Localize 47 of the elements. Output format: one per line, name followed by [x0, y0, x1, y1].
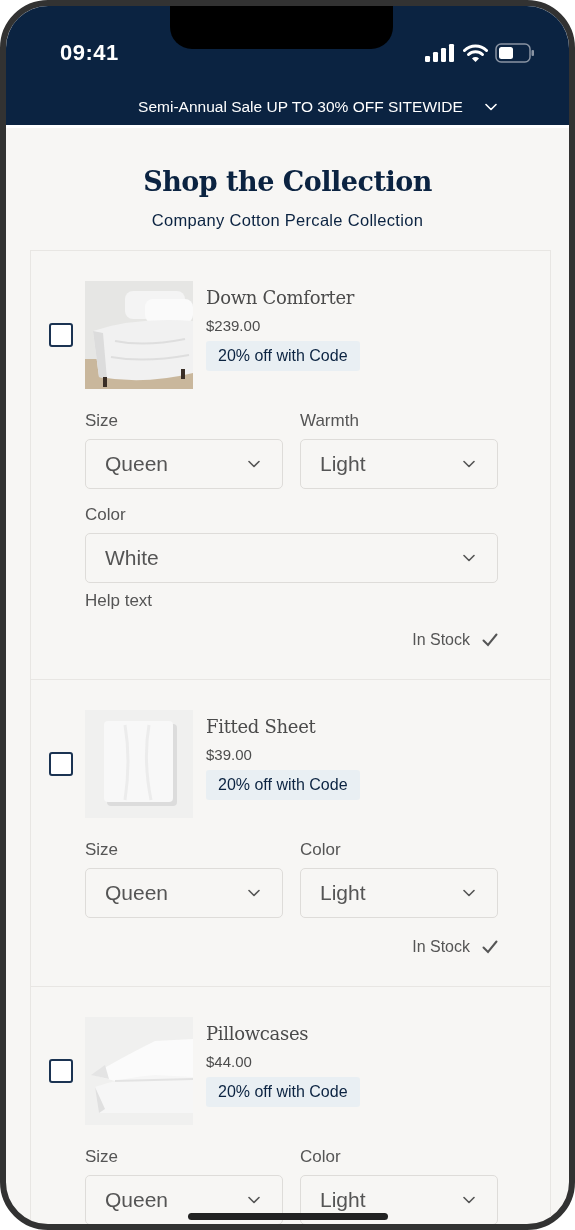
checkbox[interactable]	[49, 1059, 73, 1083]
product-name: Fitted Sheet	[206, 716, 316, 737]
discount-badge: 20% off with Code	[206, 341, 360, 371]
field-label: Color	[300, 840, 342, 860]
field-label: Color	[85, 505, 127, 525]
promo-text: Semi-Annual Sale UP TO 30% OFF SITEWIDE	[138, 97, 463, 116]
checkmark-icon	[482, 940, 498, 954]
expand-button[interactable]	[484, 102, 497, 111]
clock-time: 09:41	[60, 40, 119, 66]
product-price: $239.00	[206, 317, 261, 334]
chevron-down-icon	[248, 460, 260, 468]
dropdown-select[interactable]: Light	[300, 439, 498, 489]
dropdown-select[interactable]: Queen	[85, 1175, 283, 1224]
dropdown-select[interactable]: Light	[300, 868, 498, 918]
checkmark-icon	[482, 633, 498, 647]
dropdown-select[interactable]: Queen	[85, 868, 283, 918]
signal-icon	[425, 44, 456, 62]
field-label: Warmth	[300, 411, 360, 431]
dropdown-select[interactable]: White	[85, 533, 498, 583]
discount-badge: 20% off with Code	[206, 770, 360, 800]
field-label: Color	[300, 1147, 342, 1167]
field-label: Size	[85, 1147, 120, 1167]
battery-icon	[495, 43, 535, 63]
stock-status: In Stock	[412, 938, 470, 956]
page-title: Shop the Collection	[143, 166, 432, 197]
product-price: $44.00	[206, 1053, 252, 1070]
dropdown-select[interactable]: Queen	[85, 439, 283, 489]
product-name: Pillowcases	[206, 1023, 309, 1044]
chevron-down-icon	[248, 889, 260, 897]
discount-badge: 20% off with Code	[206, 1077, 360, 1107]
page-subtitle: Company Cotton Percale Collection	[151, 211, 424, 230]
product-name: Down Comforter	[206, 287, 355, 308]
help-text: Help text	[85, 591, 154, 611]
chevron-down-icon	[463, 889, 475, 897]
wifi-icon	[463, 43, 488, 63]
chevron-down-icon	[484, 102, 497, 111]
field-label: Size	[85, 840, 120, 860]
chevron-down-icon	[463, 460, 475, 468]
checkbox[interactable]	[49, 323, 73, 347]
stock-status: In Stock	[412, 631, 470, 649]
product-price: $39.00	[206, 746, 252, 763]
checkbox[interactable]	[49, 752, 73, 776]
field-label: Size	[85, 411, 120, 431]
chevron-down-icon	[463, 554, 475, 562]
chevron-down-icon	[463, 1196, 475, 1204]
dropdown-select[interactable]: Light	[300, 1175, 498, 1224]
chevron-down-icon	[248, 1196, 260, 1204]
